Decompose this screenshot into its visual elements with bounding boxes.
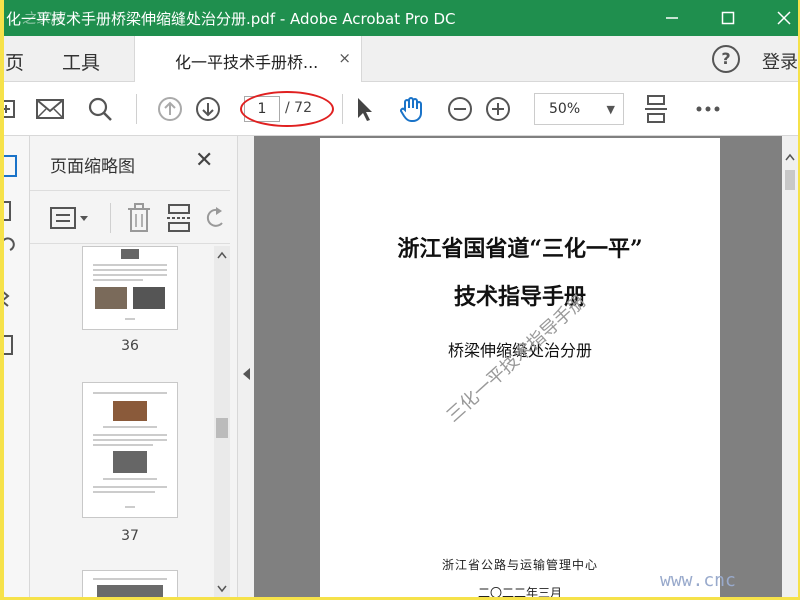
zoom-out-icon[interactable]	[444, 93, 476, 125]
highlight-annotation-circle	[240, 91, 334, 127]
main-toolbar: 1 / 72 50% ▼	[4, 82, 798, 136]
panel-close-icon[interactable]: ✕	[195, 148, 213, 173]
close-window-button[interactable]	[756, 0, 798, 36]
panel-title: 页面缩略图	[50, 157, 135, 177]
minimize-button[interactable]	[644, 0, 700, 36]
insert-page-icon[interactable]	[166, 203, 192, 237]
options-menu-icon[interactable]	[50, 205, 90, 235]
page-thumbnail-37[interactable]	[82, 382, 178, 518]
toolbar-divider	[110, 203, 111, 233]
scrollbar-arrows	[785, 153, 795, 161]
title-bar: 化一平技术手册桥梁伸缩缝处治分册.pdf - Adobe Acrobat Pro…	[4, 0, 798, 36]
pdf-page: 浙江省国省道“三化一平” 技术指导手册 桥梁伸缩缝处治分册 三化一平技术指导手册…	[320, 138, 720, 597]
hand-tool-icon[interactable]	[396, 93, 428, 125]
help-icon[interactable]: ?	[712, 45, 740, 73]
search-icon[interactable]	[84, 93, 116, 125]
thumbnail-preview	[93, 392, 167, 508]
document-title-line2: 技术指导手册	[453, 284, 586, 310]
select-pointer-icon[interactable]	[348, 93, 380, 125]
corner-watermark: 之家网	[22, 11, 64, 27]
document-title-line1: 浙江省国省道“三化一平”	[397, 236, 643, 262]
zoom-in-icon[interactable]	[482, 93, 514, 125]
thumbnail-page-number: 37	[121, 528, 139, 544]
maximize-icon	[721, 11, 735, 25]
menu-tab-bar: 主页 工具 化一平技术手册桥... × ? 登录	[4, 36, 798, 82]
thumbnail-page-number: 36	[121, 338, 139, 354]
previous-page-icon[interactable]	[154, 93, 186, 125]
minimize-icon	[666, 17, 678, 19]
thumbnail-preview	[93, 249, 167, 320]
page-thumbnail-38[interactable]	[82, 570, 178, 597]
window-title: 化一平技术手册桥梁伸缩缝处治分册.pdf - Adobe Acrobat Pro…	[6, 10, 456, 28]
next-page-icon[interactable]	[192, 93, 224, 125]
delete-page-icon[interactable]	[126, 203, 152, 237]
email-icon[interactable]	[34, 93, 66, 125]
chevron-left-icon	[243, 368, 250, 380]
navigation-pane-strip	[4, 136, 30, 597]
chevron-down-icon: ▼	[606, 103, 615, 116]
login-link[interactable]: 登录	[762, 48, 798, 74]
maximize-button[interactable]	[700, 0, 756, 36]
page-thumbnail-36[interactable]	[82, 246, 178, 330]
zoom-level-value: 50%	[549, 101, 581, 117]
scrollbar-thumb[interactable]	[216, 418, 228, 438]
menu-home[interactable]: 主页	[4, 48, 24, 75]
collapse-panel-handle[interactable]	[238, 136, 254, 597]
document-tab[interactable]: 化一平技术手册桥... ×	[134, 36, 362, 82]
toolbar-divider	[136, 94, 137, 124]
menu-tools[interactable]: 工具	[62, 48, 100, 75]
zoom-level-dropdown[interactable]: 50% ▼	[534, 93, 624, 125]
page-thumbnails-panel: 页面缩略图 ✕ 36 37	[30, 136, 238, 597]
more-tools-icon[interactable]	[692, 93, 724, 125]
thumbnail-list: 36 37	[30, 246, 230, 597]
thumbnail-preview	[93, 578, 167, 597]
navigation-pane-icons	[4, 155, 17, 355]
scrollbar-thumb[interactable]	[785, 170, 795, 190]
thumbnail-scrollbar[interactable]	[214, 246, 230, 597]
toolbar-divider	[342, 94, 343, 124]
rotate-page-icon[interactable]	[206, 205, 226, 235]
document-scrollbar[interactable]	[782, 136, 798, 597]
close-icon	[777, 11, 791, 25]
document-tab-label: 化一平技术手册桥...	[175, 53, 319, 72]
acrobat-window: 化一平技术手册桥梁伸缩缝处治分册.pdf - Adobe Acrobat Pro…	[4, 0, 798, 597]
document-view: 浙江省国省道“三化一平” 技术指导手册 桥梁伸缩缝处治分册 三化一平技术指导手册…	[238, 136, 798, 597]
fit-page-icon[interactable]	[640, 93, 672, 125]
site-watermark: www.cnc	[660, 570, 736, 591]
tab-close-icon[interactable]: ×	[338, 49, 351, 67]
thumbnail-toolbar	[30, 190, 230, 244]
create-pdf-icon[interactable]	[4, 93, 22, 125]
